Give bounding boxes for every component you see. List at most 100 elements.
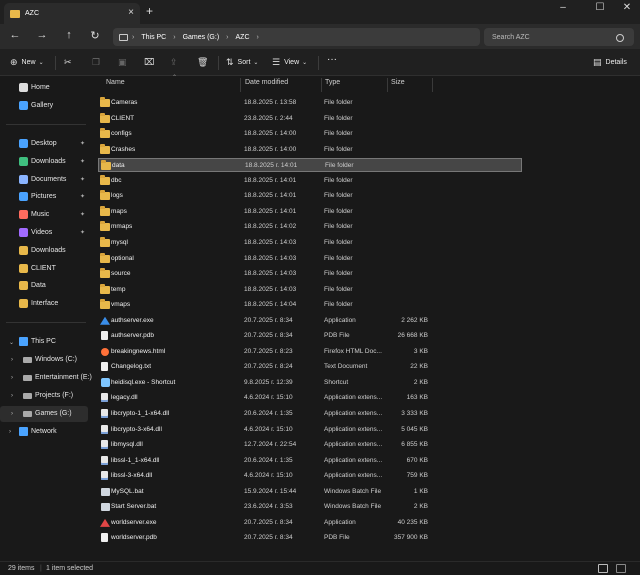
file-date: 18.8.2025 г. 14:00 — [244, 145, 297, 153]
breadcrumb-azc[interactable]: AZC — [236, 34, 250, 41]
column-headers: Name Date modified Type Size ⌃ — [90, 75, 640, 92]
view-button[interactable]: ☰ View ⌄ — [272, 57, 311, 68]
file-row[interactable]: Start Server.bat 23.6.2024 г. 3:53 Windo… — [98, 500, 522, 514]
file-row[interactable]: configs 18.8.2025 г. 14:00 File folder — [98, 127, 522, 141]
refresh-button[interactable]: ↻ — [86, 29, 104, 42]
file-row[interactable]: breakingnews.html 20.7.2025 г. 8:23 Fire… — [98, 345, 522, 359]
file-row[interactable]: worldserver.pdb 20.7.2025 г. 8:34 PDB Fi… — [98, 531, 522, 545]
sidebar-item-drive[interactable]: › Games (G:) — [0, 406, 88, 422]
file-row[interactable]: CLIENT 23.8.2025 г. 2:44 File folder — [98, 112, 522, 126]
sidebar-item-interface[interactable]: Interface — [0, 296, 88, 312]
sidebar-item-downloads[interactable]: Downloads ✦ — [0, 154, 88, 170]
file-row[interactable]: MySQL.bat 15.9.2024 г. 15:44 Windows Bat… — [98, 485, 522, 499]
close-tab-icon[interactable]: × — [128, 7, 134, 18]
sidebar-item-downloads[interactable]: Downloads — [0, 243, 88, 259]
file-row[interactable]: authserver.exe 20.7.2025 г. 8:34 Applica… — [98, 314, 522, 328]
file-date: 20.6.2024 г. 1:35 — [244, 456, 293, 464]
column-header-name[interactable]: Name — [106, 79, 125, 86]
sidebar-item-drive[interactable]: › Windows (C:) — [0, 352, 88, 368]
file-row[interactable]: source 18.8.2025 г. 14:03 File folder — [98, 267, 522, 281]
address-bar[interactable]: › This PC › Games (G:) › AZC › — [113, 28, 480, 46]
copy-button[interactable]: ❐ — [92, 57, 104, 68]
file-row[interactable]: libcrypto-1_1-x64.dll 20.6.2024 г. 1:35 … — [98, 407, 522, 421]
chevron-right-icon[interactable]: › — [9, 429, 11, 435]
file-row[interactable]: authserver.pdb 20.7.2025 г. 8:34 PDB Fil… — [98, 329, 522, 343]
file-row[interactable]: data 18.8.2025 г. 14:01 File folder — [98, 158, 522, 173]
file-row[interactable]: mmaps 18.8.2025 г. 14:02 File folder — [98, 220, 522, 234]
column-header-type[interactable]: Type — [325, 79, 340, 86]
chevron-right-icon[interactable]: › — [11, 375, 13, 381]
file-row[interactable]: libssl-1_1-x64.dll 20.6.2024 г. 1:35 App… — [98, 454, 522, 468]
chevron-right-icon[interactable]: › — [11, 411, 13, 417]
column-divider[interactable] — [321, 78, 322, 92]
sidebar-item-drive[interactable]: › Projects (F:) — [0, 388, 88, 404]
column-divider[interactable] — [240, 78, 241, 92]
file-row[interactable]: heidisql.exe - Shortcut 9.8.2025 г. 12:3… — [98, 376, 522, 390]
sidebar-item-network[interactable]: › Network — [0, 424, 88, 440]
paste-button[interactable]: ▣ — [118, 57, 131, 68]
file-row[interactable]: vmaps 18.8.2025 г. 14:04 File folder — [98, 298, 522, 312]
file-row[interactable]: temp 18.8.2025 г. 14:03 File folder — [98, 283, 522, 297]
sidebar-item-home[interactable]: Home — [0, 80, 88, 96]
sidebar-item-pictures[interactable]: Pictures ✦ — [0, 189, 88, 205]
pin-icon[interactable]: ✦ — [80, 158, 85, 165]
file-row[interactable]: legacy.dll 4.6.2024 г. 15:10 Application… — [98, 391, 522, 405]
rename-button[interactable]: ⌧ — [144, 57, 158, 68]
breadcrumb-this-pc[interactable]: This PC — [141, 34, 166, 41]
folder-icon — [19, 245, 28, 255]
new-tab-button[interactable]: + — [146, 4, 153, 18]
pin-icon[interactable]: ✦ — [80, 211, 85, 218]
sidebar-item-data[interactable]: Data — [0, 278, 88, 294]
delete-button[interactable]: 🗑 — [197, 57, 212, 68]
sidebar-item-this-pc[interactable]: ⌄ This PC — [0, 334, 88, 350]
column-header-size[interactable]: Size — [391, 79, 405, 86]
exe-icon — [100, 518, 110, 527]
file-row[interactable]: libssl-3-x64.dll 4.6.2024 г. 15:10 Appli… — [98, 469, 522, 483]
pin-icon[interactable]: ✦ — [80, 140, 85, 147]
sidebar-item-music[interactable]: Music ✦ — [0, 207, 88, 223]
close-window-button[interactable]: ✕ — [612, 2, 640, 13]
sidebar-item-documents[interactable]: Documents ✦ — [0, 172, 88, 188]
maximize-button[interactable]: ☐ — [585, 2, 615, 13]
sidebar-item-videos[interactable]: Videos ✦ — [0, 225, 88, 241]
tab-azc[interactable]: AZC × — [4, 3, 140, 24]
new-button[interactable]: ⊕ New ⌄ — [10, 57, 48, 68]
file-row[interactable]: logs 18.8.2025 г. 14:01 File folder — [98, 189, 522, 203]
forward-button[interactable]: → — [33, 29, 51, 41]
file-row[interactable]: Changelog.txt 20.7.2025 г. 8:24 Text Doc… — [98, 360, 522, 374]
sort-button[interactable]: ⇅ Sort ⌄ — [226, 57, 262, 68]
details-pane-button[interactable]: ▤ Details — [593, 57, 627, 68]
file-row[interactable]: optional 18.8.2025 г. 14:03 File folder — [98, 252, 522, 266]
file-row[interactable]: mysql 18.8.2025 г. 14:03 File folder — [98, 236, 522, 250]
column-divider[interactable] — [432, 78, 433, 92]
sidebar-item-gallery[interactable]: Gallery — [0, 98, 88, 114]
chevron-down-icon[interactable]: ⌄ — [9, 339, 14, 346]
tiles-view-icon[interactable] — [616, 564, 626, 573]
sidebar-item-drive[interactable]: › Entertainment (E:) — [0, 370, 92, 386]
column-divider[interactable] — [387, 78, 388, 92]
file-row[interactable]: Cameras 18.8.2025 г. 13:58 File folder — [98, 96, 522, 110]
file-row[interactable]: dbc 18.8.2025 г. 14:01 File folder — [98, 174, 522, 188]
share-button[interactable]: ⇪ — [170, 57, 182, 68]
file-row[interactable]: worldserver.exe 20.7.2025 г. 8:34 Applic… — [98, 516, 522, 530]
pin-icon[interactable]: ✦ — [80, 229, 85, 236]
chevron-right-icon[interactable]: › — [11, 393, 13, 399]
file-row[interactable]: maps 18.8.2025 г. 14:01 File folder — [98, 205, 522, 219]
sidebar-item-client[interactable]: CLIENT — [0, 261, 88, 277]
pin-icon[interactable]: ✦ — [80, 176, 85, 183]
more-options-button[interactable]: ··· — [327, 54, 337, 65]
cut-button[interactable]: ✂ — [64, 57, 76, 68]
file-row[interactable]: libcrypto-3-x64.dll 4.6.2024 г. 15:10 Ap… — [98, 423, 522, 437]
file-row[interactable]: libmysql.dll 12.7.2024 г. 22:54 Applicat… — [98, 438, 522, 452]
details-view-icon[interactable] — [598, 564, 608, 573]
pin-icon[interactable]: ✦ — [80, 193, 85, 200]
back-button[interactable]: ← — [6, 29, 24, 41]
column-header-date[interactable]: Date modified — [245, 79, 288, 86]
search-input[interactable]: Search AZC — [484, 28, 634, 46]
minimize-button[interactable]: – — [548, 2, 578, 13]
sidebar-item-desktop[interactable]: Desktop ✦ — [0, 136, 88, 152]
chevron-right-icon[interactable]: › — [11, 357, 13, 363]
file-row[interactable]: Crashes 18.8.2025 г. 14:00 File folder — [98, 143, 522, 157]
breadcrumb-games[interactable]: Games (G:) — [183, 34, 220, 41]
up-button[interactable]: ↑ — [60, 29, 78, 41]
